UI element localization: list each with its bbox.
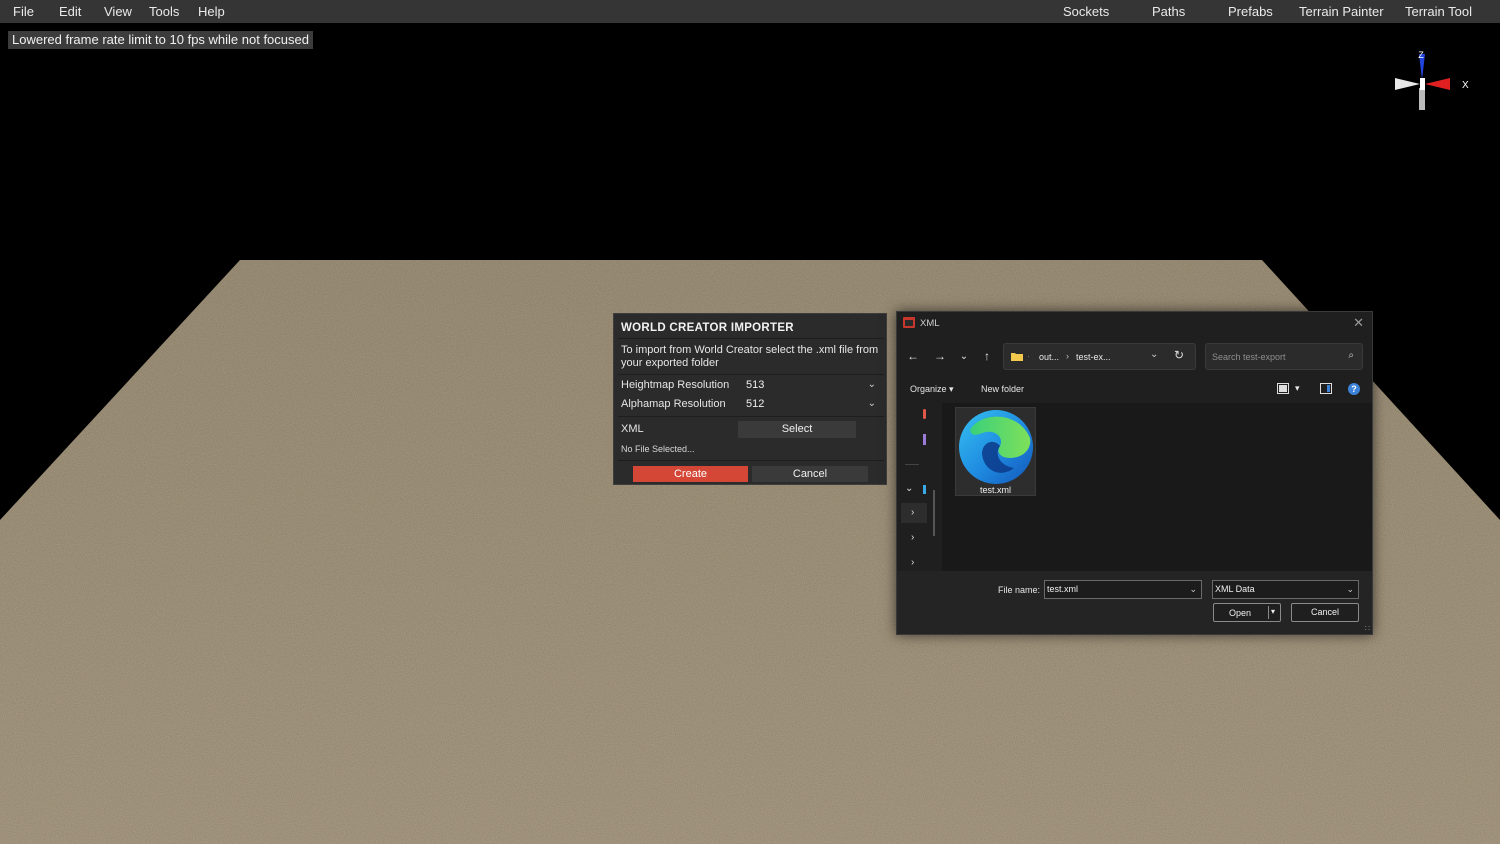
divider (618, 374, 884, 375)
search-box[interactable]: Search test-export ⌕ (1205, 343, 1363, 370)
search-placeholder: Search test-export (1212, 352, 1286, 362)
heightmap-resolution-dropdown[interactable]: 513 ⌄ (740, 377, 880, 393)
gizmo-x-cone[interactable] (1425, 78, 1450, 90)
nav-item-icon[interactable] (923, 409, 926, 419)
caret-down-icon: ▾ (949, 384, 954, 394)
menu-tools[interactable]: Tools (149, 4, 179, 19)
caret-down-icon[interactable]: ▾ (1271, 607, 1275, 616)
gizmo-x-label: X (1462, 80, 1469, 91)
resize-grip-icon[interactable]: ∷ (1365, 624, 1370, 633)
chevron-down-icon[interactable]: ⌄ (905, 483, 913, 494)
breadcrumb-item[interactable]: test-ex... (1076, 352, 1111, 362)
close-icon[interactable]: ✕ (1353, 315, 1364, 331)
help-icon[interactable]: ? (1348, 383, 1360, 395)
divider (618, 416, 884, 417)
nav-item-icon[interactable] (923, 434, 926, 445)
dialog-title: XML (920, 318, 940, 329)
fps-notice: Lowered frame rate limit to 10 fps while… (8, 31, 313, 49)
folder-icon (1011, 353, 1023, 361)
chevron-right-icon: › (1066, 351, 1069, 361)
file-name-label: File name: (998, 585, 1041, 595)
xml-label: XML (621, 423, 644, 435)
menu-file[interactable]: File (13, 4, 34, 19)
divider (1268, 606, 1269, 619)
caret-down-icon[interactable]: ▾ (1295, 383, 1300, 394)
breadcrumb-separator-icon: · (1027, 351, 1030, 361)
menu-sockets[interactable]: Sockets (1063, 4, 1109, 19)
menu-view[interactable]: View (104, 4, 132, 19)
address-bar[interactable]: · out... › test-ex... ⌄ ↻ (1003, 343, 1196, 370)
menu-paths[interactable]: Paths (1152, 4, 1185, 19)
chevron-down-icon[interactable]: ⌄ (1346, 581, 1354, 598)
scrollbar[interactable] (933, 490, 935, 536)
new-folder-button[interactable]: New folder (981, 384, 1024, 394)
chevron-down-icon: ⌄ (867, 398, 876, 409)
alphamap-resolution-label: Alphamap Resolution (621, 398, 726, 410)
gizmo-z-label: Z (1418, 50, 1424, 60)
gizmo-neg-z-arm[interactable] (1419, 88, 1425, 110)
chevron-right-icon[interactable]: › (911, 507, 914, 518)
menu-bar: File Edit View Tools Help Sockets Paths … (0, 0, 1500, 23)
chevron-down-icon[interactable]: ⌄ (1150, 349, 1158, 360)
chevron-down-icon: ⌄ (867, 379, 876, 390)
menu-edit[interactable]: Edit (59, 4, 81, 19)
no-file-selected-text: No File Selected... (621, 444, 695, 454)
organize-label: Organize (910, 384, 947, 394)
file-type-value: XML Data (1215, 584, 1255, 594)
create-button[interactable]: Create (633, 466, 748, 482)
heightmap-resolution-label: Heightmap Resolution (621, 379, 730, 391)
breadcrumb-item[interactable]: out... (1039, 352, 1059, 362)
open-button-label: Open (1229, 608, 1252, 618)
menu-prefabs[interactable]: Prefabs (1228, 4, 1273, 19)
cancel-button[interactable]: Cancel (752, 466, 868, 482)
file-item[interactable]: test.xml (955, 407, 1036, 496)
file-name: test.xml (979, 485, 1011, 495)
up-arrow-icon[interactable]: ↑ (979, 349, 995, 363)
select-xml-button[interactable]: Select (738, 421, 856, 438)
divider (905, 464, 919, 465)
importer-title: WORLD CREATOR IMPORTER (621, 322, 794, 334)
search-icon: ⌕ (1348, 350, 1354, 361)
dialog-footer: File name: test.xml ⌄ XML Data ⌄ Open ▾ … (897, 571, 1372, 634)
menu-terrain-painter[interactable]: Terrain Painter (1299, 4, 1384, 19)
recent-locations-chevron-icon[interactable]: ⌄ (956, 351, 972, 362)
heightmap-resolution-value: 513 (746, 379, 765, 391)
alphamap-resolution-value: 512 (746, 398, 765, 410)
divider (618, 338, 884, 339)
back-arrow-icon[interactable]: ← (905, 349, 921, 363)
file-name-value: test.xml (1047, 584, 1079, 594)
gizmo-center[interactable] (1420, 78, 1425, 90)
orientation-gizmo[interactable]: Z X (1390, 48, 1480, 116)
file-open-dialog: XML ✕ ← → ⌄ ↑ · out... › test-ex... ⌄ ↻ … (896, 311, 1373, 635)
open-button[interactable]: Open ▾ (1213, 603, 1281, 622)
refresh-icon[interactable]: ↻ (1174, 348, 1184, 362)
world-creator-importer-panel: WORLD CREATOR IMPORTER To import from Wo… (613, 313, 887, 485)
preview-pane-icon[interactable] (1320, 383, 1332, 394)
view-options-icon[interactable] (1277, 383, 1289, 394)
alphamap-resolution-dropdown[interactable]: 512 ⌄ (740, 396, 880, 412)
dialog-cancel-button[interactable]: Cancel (1291, 603, 1359, 622)
app-icon (903, 317, 915, 328)
dialog-titlebar[interactable]: XML ✕ (897, 312, 1372, 334)
chevron-right-icon[interactable]: › (911, 557, 914, 568)
importer-description: To import from World Creator select the … (621, 344, 879, 369)
menu-terrain-tool[interactable]: Terrain Tool (1405, 4, 1472, 19)
organize-menu[interactable]: Organize ▾ (910, 384, 954, 395)
chevron-right-icon[interactable]: › (911, 532, 914, 543)
forward-arrow-icon[interactable]: → (932, 349, 948, 363)
nav-item-icon[interactable] (923, 485, 926, 494)
file-name-input[interactable]: test.xml ⌄ (1044, 580, 1202, 599)
navigation-pane[interactable]: ⌄ › › › (897, 403, 942, 571)
divider (618, 460, 884, 461)
gizmo-neg-x-cone[interactable] (1395, 78, 1420, 90)
chevron-down-icon[interactable]: ⌄ (1189, 581, 1197, 598)
file-type-select[interactable]: XML Data ⌄ (1212, 580, 1359, 599)
menu-help[interactable]: Help (198, 4, 225, 19)
edge-browser-icon (959, 410, 1033, 484)
